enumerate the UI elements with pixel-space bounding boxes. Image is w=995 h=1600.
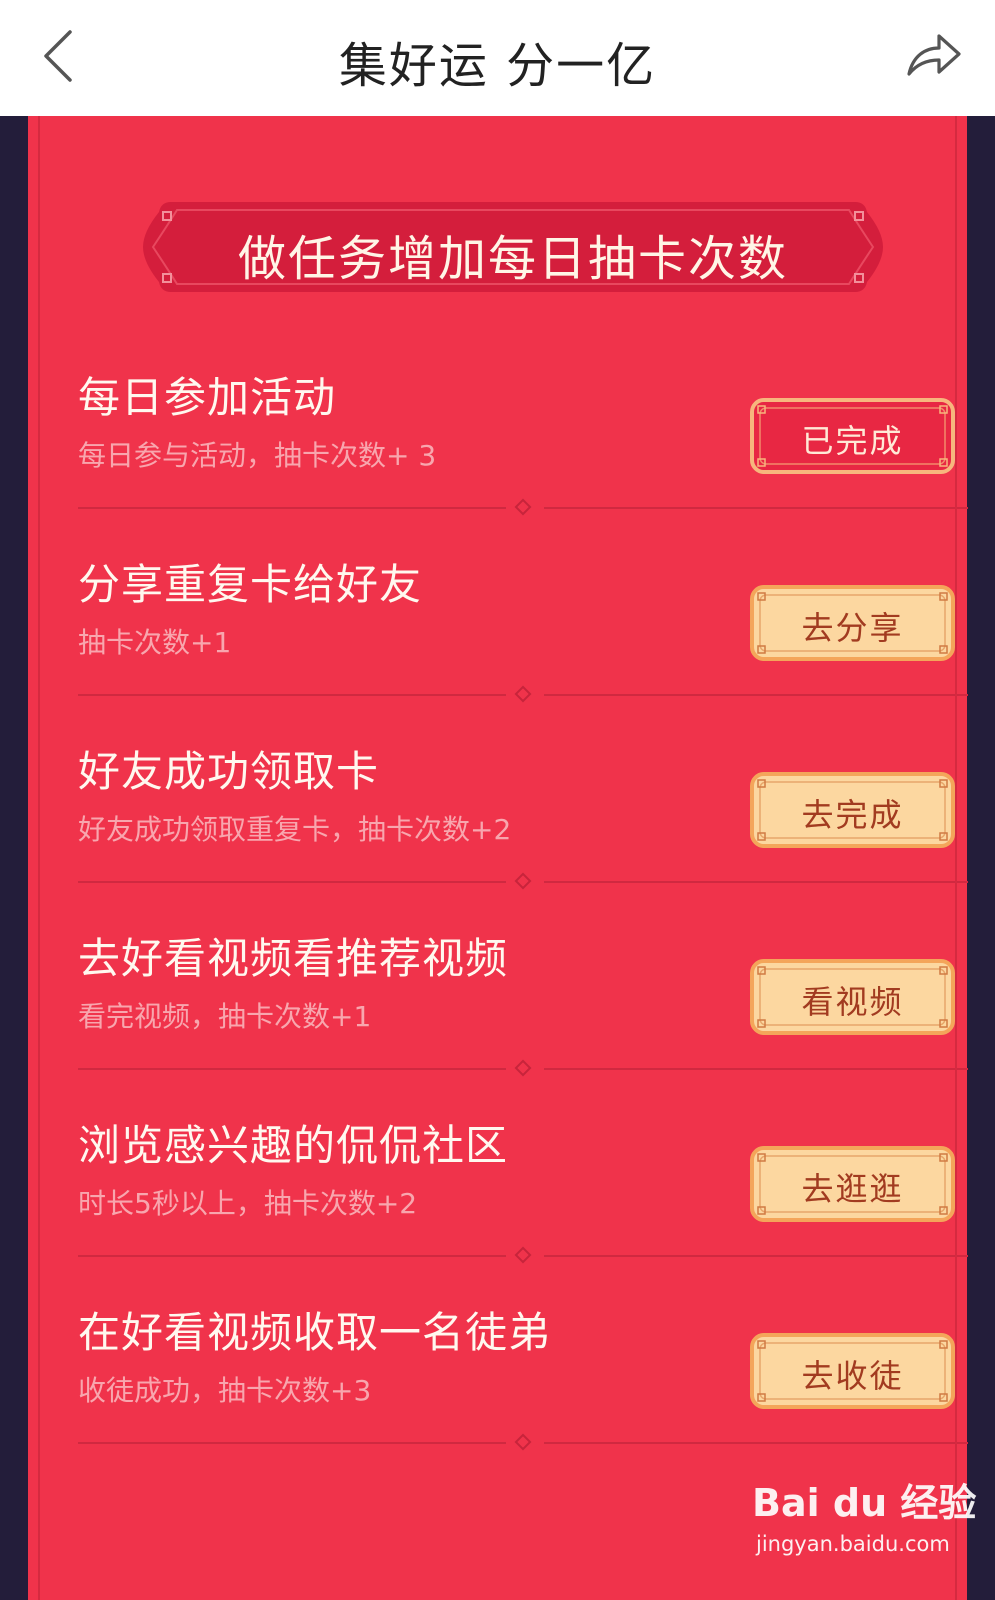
share-button[interactable] [905, 28, 963, 80]
watermark-url: jingyan.baidu.com [756, 1532, 950, 1556]
task-item-friend-claim: 好友成功领取卡 好友成功领取重复卡，抽卡次数+2 去完成 [48, 690, 968, 890]
recruit-button[interactable]: 去收徒 [750, 1333, 955, 1409]
watermark-logo: Bai du 经验 [752, 1481, 977, 1525]
task-title: 每日参加活动 [78, 373, 337, 422]
task-title: 在好看视频收取一名徒弟 [78, 1308, 552, 1357]
task-item-watch-video: 去好看视频看推荐视频 看完视频，抽卡次数+1 看视频 [48, 877, 968, 1077]
task-item-share-card: 分享重复卡给好友 抽卡次数+1 去分享 [48, 503, 968, 703]
task-title: 分享重复卡给好友 [78, 560, 423, 609]
task-item-recruit-apprentice: 在好看视频收取一名徒弟 收徒成功，抽卡次数+3 去收徒 [48, 1251, 968, 1451]
share-task-button[interactable]: 去分享 [750, 585, 955, 661]
left-border [0, 116, 28, 1600]
button-label: 去分享 [801, 609, 904, 647]
task-item-browse-community: 浏览感兴趣的侃侃社区 时长5秒以上，抽卡次数+2 去逛逛 [48, 1064, 968, 1264]
completed-button[interactable]: 已完成 [750, 398, 955, 474]
divider [78, 1433, 968, 1451]
watch-video-button[interactable]: 看视频 [750, 959, 955, 1035]
complete-task-button[interactable]: 去完成 [750, 772, 955, 848]
page-title: 集好运 分一亿 [338, 38, 657, 94]
section-banner: 做任务增加每日抽卡次数 [143, 202, 883, 292]
task-title: 去好看视频看推荐视频 [78, 934, 509, 983]
button-label: 去收徒 [801, 1357, 904, 1395]
button-label: 去完成 [801, 796, 904, 834]
button-label: 已完成 [801, 422, 904, 460]
task-title: 好友成功领取卡 [78, 747, 380, 796]
button-label: 去逛逛 [801, 1170, 904, 1208]
top-bar: 集好运 分一亿 [0, 0, 995, 116]
task-panel: 做任务增加每日抽卡次数 每日参加活动 每日参与活动，抽卡次数+ 3 已完成 分享… [28, 116, 968, 1600]
task-description: 时长5秒以上，抽卡次数+2 [78, 1187, 418, 1220]
banner-title: 做任务增加每日抽卡次数 [237, 231, 788, 287]
button-label: 看视频 [801, 983, 904, 1021]
task-title: 浏览感兴趣的侃侃社区 [78, 1121, 509, 1170]
task-description: 抽卡次数+1 [78, 626, 232, 659]
browse-button[interactable]: 去逛逛 [750, 1146, 955, 1222]
baidu-jingyan-watermark: Bai du 经验 jingyan.baidu.com [752, 1462, 976, 1577]
task-description: 每日参与活动，抽卡次数+ 3 [78, 439, 437, 472]
task-description: 看完视频，抽卡次数+1 [78, 1000, 372, 1033]
task-item-daily-activity: 每日参加活动 每日参与活动，抽卡次数+ 3 已完成 [48, 316, 968, 516]
task-description: 好友成功领取重复卡，抽卡次数+2 [78, 813, 512, 846]
right-border [967, 116, 995, 1600]
share-arrow-icon [907, 34, 961, 76]
task-description: 收徒成功，抽卡次数+3 [78, 1374, 372, 1407]
